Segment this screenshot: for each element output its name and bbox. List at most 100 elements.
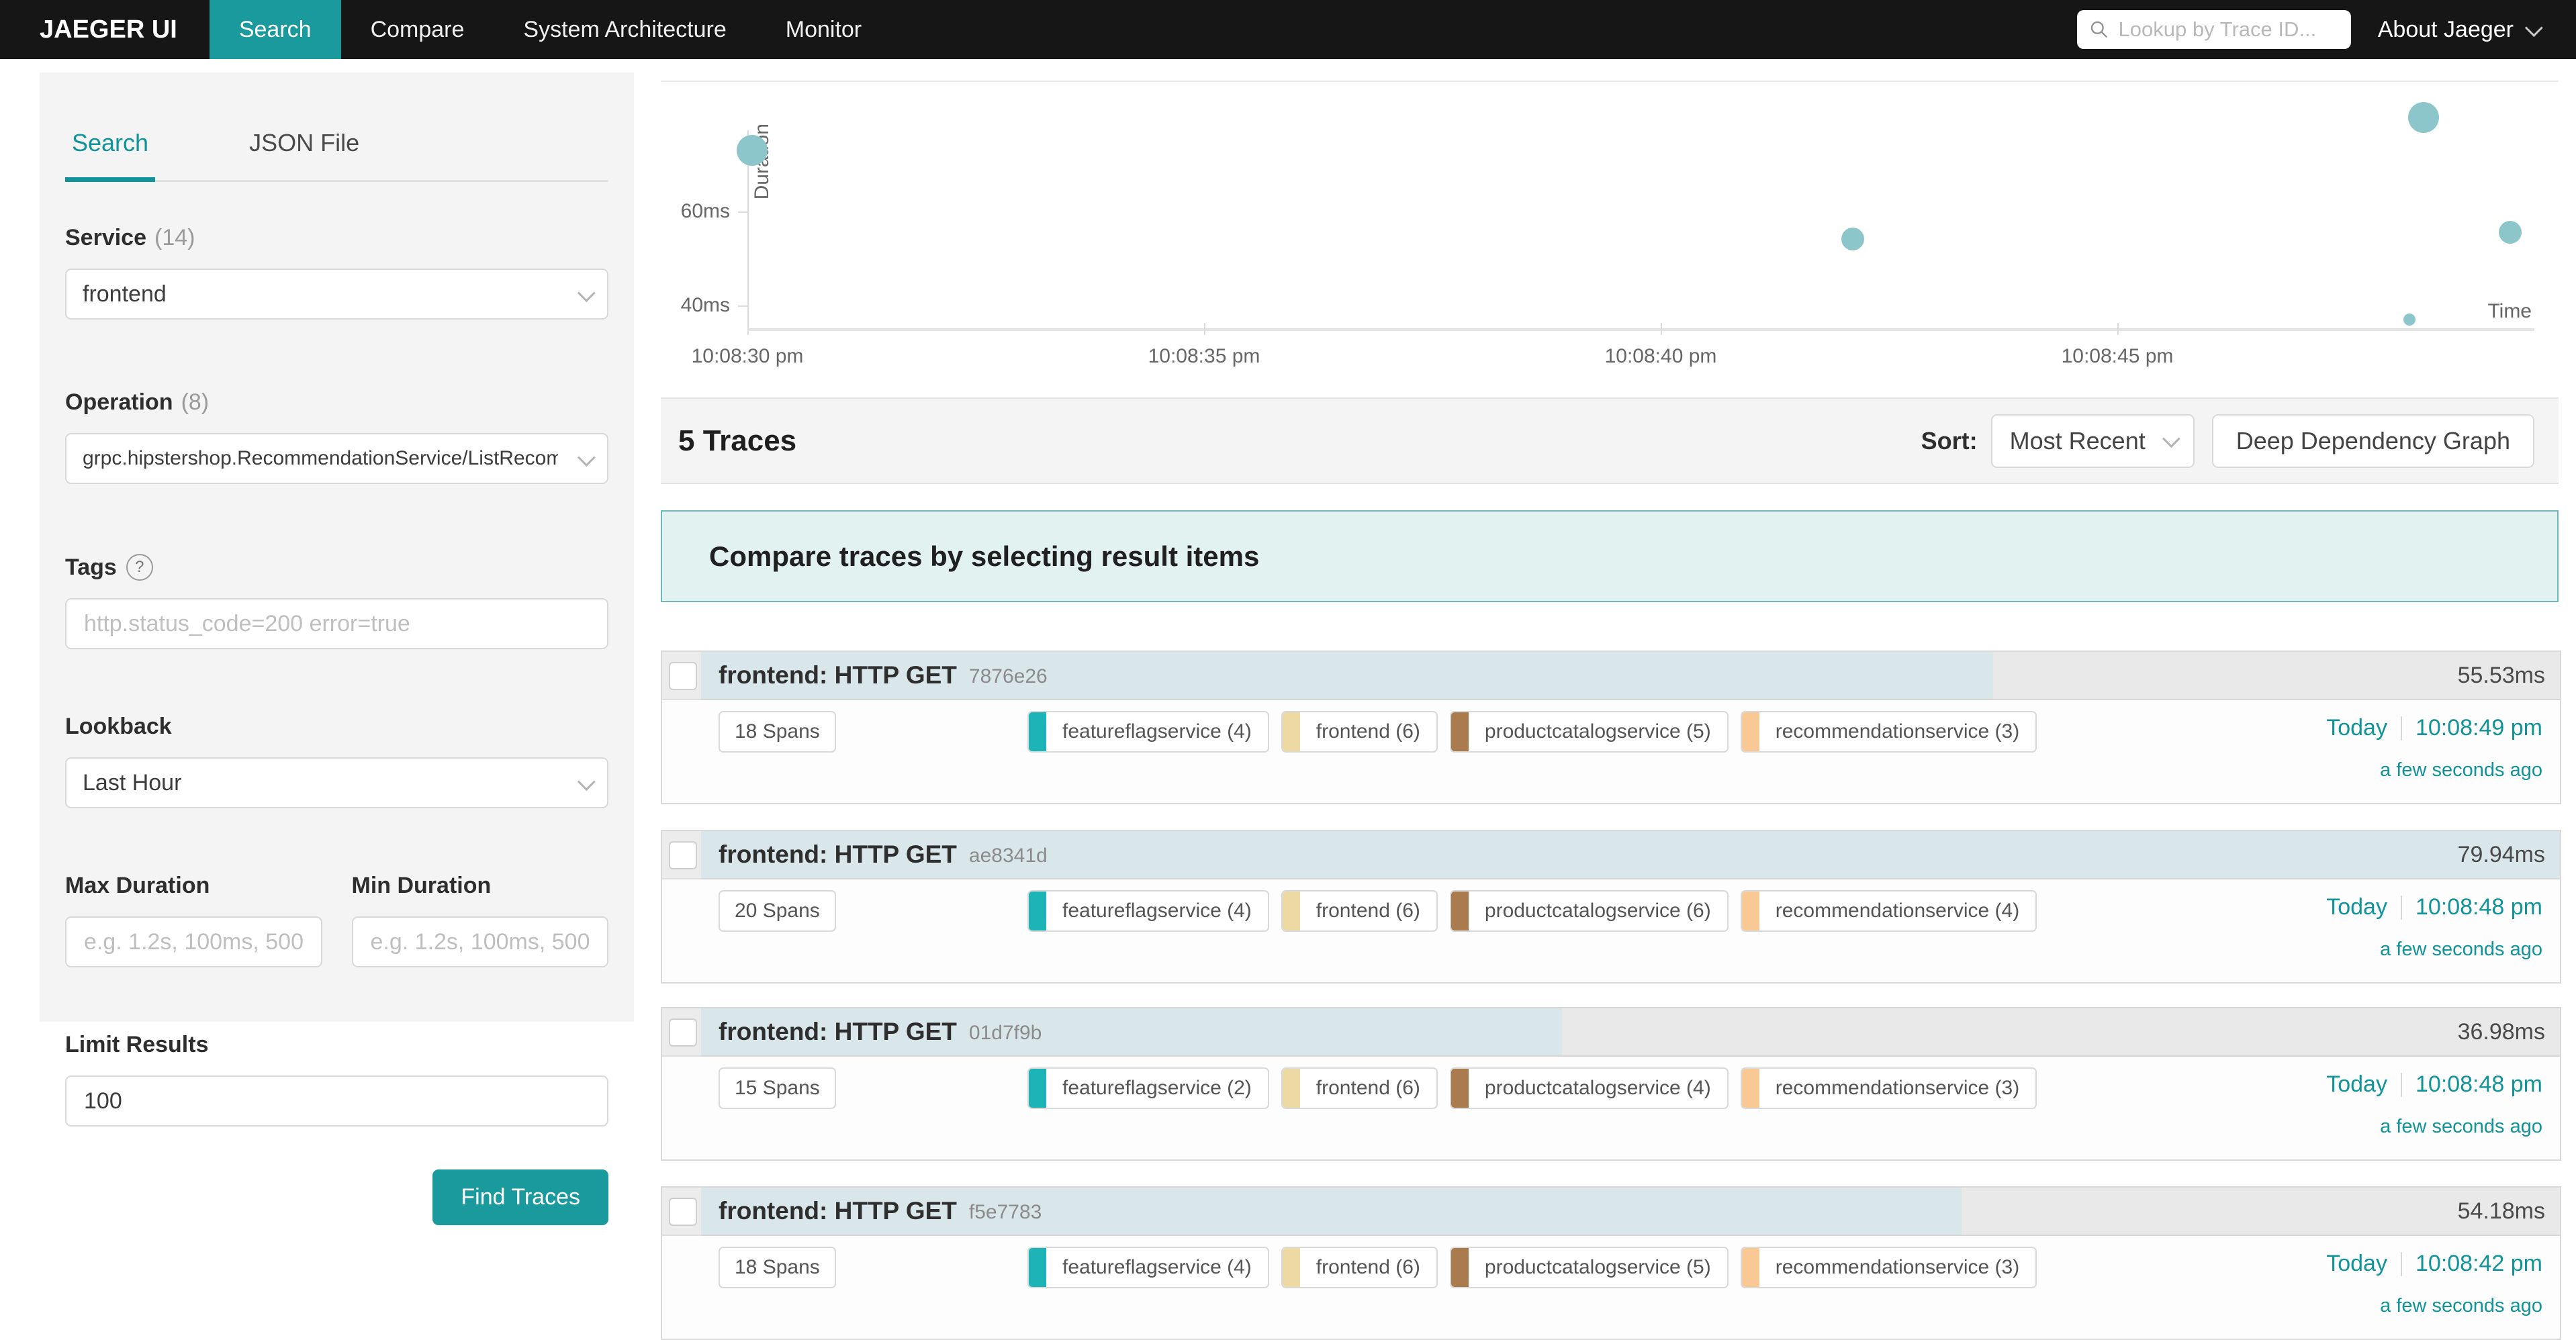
trace-duration: 36.98ms xyxy=(2458,1008,2545,1055)
service-tag[interactable]: recommendationservice (4) xyxy=(1741,890,2037,932)
trace-lookup-box[interactable] xyxy=(2077,10,2351,49)
results-header-band: 5 Traces Sort: Most Recent Deep Dependen… xyxy=(661,397,2559,484)
chevron-down-icon xyxy=(2162,430,2180,448)
service-color-swatch xyxy=(1451,1069,1469,1108)
service-color-swatch xyxy=(1742,1248,1759,1287)
service-color-swatch xyxy=(1742,712,1759,751)
compare-banner: Compare traces by selecting result items xyxy=(661,510,2559,602)
span-count-chip[interactable]: 15 Spans xyxy=(719,1067,836,1109)
span-count-chip[interactable]: 18 Spans xyxy=(719,1247,836,1288)
service-color-swatch xyxy=(1283,892,1300,930)
trace-header[interactable]: frontend: HTTP GET 7876e26 55.53ms xyxy=(701,652,2560,700)
duration-scatter-chart[interactable]: Duration Time 10:08:30 pm10:08:35 pm10:0… xyxy=(661,81,2559,399)
span-count-chip[interactable]: 20 Spans xyxy=(719,890,836,932)
checkbox-strip xyxy=(662,652,701,700)
x-axis-tick-label: 10:08:40 pm xyxy=(1605,345,1717,368)
sort-select[interactable]: Most Recent xyxy=(1991,414,2195,468)
span-count-chip[interactable]: 18 Spans xyxy=(719,711,836,753)
trace-id: 7876e26 xyxy=(969,663,1048,688)
service-tag[interactable]: frontend (6) xyxy=(1281,711,1438,753)
trace-select-checkbox[interactable] xyxy=(669,1198,697,1226)
y-axis-tick-label: 40ms xyxy=(636,294,730,317)
limit-results-input[interactable] xyxy=(83,1088,591,1115)
trace-body: 20 Spans featureflagservice (4) frontend… xyxy=(701,879,2560,982)
service-tag-row: featureflagservice (4) frontend (6) prod… xyxy=(1027,711,2037,753)
service-tag[interactable]: featureflagservice (2) xyxy=(1027,1067,1269,1109)
scatter-point[interactable] xyxy=(737,135,768,166)
service-tag[interactable]: featureflagservice (4) xyxy=(1027,711,1269,753)
tab-json-file[interactable]: JSON File xyxy=(242,129,366,182)
service-color-swatch xyxy=(1029,712,1046,751)
app-brand[interactable]: JAEGER UI xyxy=(0,0,210,59)
service-tag[interactable]: recommendationservice (3) xyxy=(1741,1247,2037,1288)
y-axis-tick xyxy=(738,305,747,307)
sort-label: Sort: xyxy=(1921,427,1978,455)
tab-search[interactable]: Search xyxy=(65,129,155,182)
trace-title: frontend: HTTP GET f5e7783 xyxy=(719,1188,1042,1235)
checkbox-strip xyxy=(662,1008,701,1057)
trace-body: 18 Spans featureflagservice (4) frontend… xyxy=(701,700,2560,803)
service-tag[interactable]: productcatalogservice (6) xyxy=(1450,890,1729,932)
trace-timestamp: Today10:08:48 pm xyxy=(2326,894,2542,920)
trace-header[interactable]: frontend: HTTP GET ae8341d 79.94ms xyxy=(701,831,2560,879)
trace-select-checkbox[interactable] xyxy=(669,662,697,690)
service-tag[interactable]: productcatalogservice (5) xyxy=(1450,1247,1729,1288)
trace-timestamp: Today10:08:49 pm xyxy=(2326,715,2542,741)
trace-timestamp: Today10:08:48 pm xyxy=(2326,1071,2542,1098)
nav-tab-monitor[interactable]: Monitor xyxy=(756,0,891,59)
service-tag[interactable]: productcatalogservice (5) xyxy=(1450,711,1729,753)
nav-tab-search[interactable]: Search xyxy=(210,0,341,59)
x-axis-tick xyxy=(2117,323,2119,335)
trace-card[interactable]: frontend: HTTP GET 01d7f9b 36.98ms 15 Sp… xyxy=(661,1007,2561,1161)
deep-dependency-graph-button[interactable]: Deep Dependency Graph xyxy=(2212,414,2534,468)
nav-tab-compare[interactable]: Compare xyxy=(341,0,494,59)
service-tag[interactable]: featureflagservice (4) xyxy=(1027,890,1269,932)
lookback-select[interactable]: Last Hour xyxy=(65,757,608,808)
service-color-swatch xyxy=(1029,892,1046,930)
tags-input[interactable] xyxy=(83,610,591,638)
scatter-point[interactable] xyxy=(1841,228,1864,250)
service-color-swatch xyxy=(1451,712,1469,751)
trace-select-checkbox[interactable] xyxy=(669,841,697,869)
x-axis-line xyxy=(747,328,2534,331)
x-axis-tick-label: 10:08:45 pm xyxy=(2062,345,2174,368)
service-color-swatch xyxy=(1283,712,1300,751)
trace-duration: 54.18ms xyxy=(2458,1188,2545,1235)
help-icon[interactable]: ? xyxy=(126,554,153,581)
x-axis-tick xyxy=(747,323,749,335)
top-nav: JAEGER UI Search Compare System Architec… xyxy=(0,0,2576,59)
chevron-down-icon xyxy=(578,284,596,302)
service-value: frontend xyxy=(83,281,558,307)
service-select[interactable]: frontend xyxy=(65,269,608,320)
service-tag[interactable]: frontend (6) xyxy=(1281,890,1438,932)
find-traces-button[interactable]: Find Traces xyxy=(432,1169,608,1225)
sort-value: Most Recent xyxy=(2010,427,2146,455)
service-tag[interactable]: recommendationservice (3) xyxy=(1741,711,2037,753)
trace-header[interactable]: frontend: HTTP GET 01d7f9b 36.98ms xyxy=(701,1008,2560,1057)
trace-card[interactable]: frontend: HTTP GET ae8341d 79.94ms 20 Sp… xyxy=(661,830,2561,984)
trace-relative-time: a few seconds ago xyxy=(2380,1116,2542,1138)
trace-id: ae8341d xyxy=(969,842,1048,867)
tags-label: Tags ? xyxy=(65,554,608,581)
operation-select[interactable]: grpc.hipstershop.RecommendationService/L… xyxy=(65,433,608,484)
service-tag[interactable]: productcatalogservice (4) xyxy=(1450,1067,1729,1109)
trace-title: frontend: HTTP GET 7876e26 xyxy=(719,652,1048,699)
service-tag[interactable]: frontend (6) xyxy=(1281,1247,1438,1288)
about-jaeger-menu[interactable]: About Jaeger xyxy=(2378,17,2538,43)
trace-select-checkbox[interactable] xyxy=(669,1018,697,1047)
service-tag[interactable]: frontend (6) xyxy=(1281,1067,1438,1109)
service-tag[interactable]: recommendationservice (3) xyxy=(1741,1067,2037,1109)
scatter-point[interactable] xyxy=(2499,221,2522,244)
min-duration-input[interactable] xyxy=(369,928,592,956)
scatter-point[interactable] xyxy=(2403,314,2416,326)
max-duration-input[interactable] xyxy=(83,928,305,956)
nav-tab-system-architecture[interactable]: System Architecture xyxy=(494,0,755,59)
service-color-swatch xyxy=(1029,1248,1046,1287)
trace-lookup-input[interactable] xyxy=(2117,17,2339,42)
trace-header[interactable]: frontend: HTTP GET f5e7783 54.18ms xyxy=(701,1188,2560,1236)
y-axis-tick xyxy=(738,211,747,213)
trace-card[interactable]: frontend: HTTP GET f5e7783 54.18ms 18 Sp… xyxy=(661,1186,2561,1340)
service-tag[interactable]: featureflagservice (4) xyxy=(1027,1247,1269,1288)
scatter-point[interactable] xyxy=(2408,102,2439,133)
trace-card[interactable]: frontend: HTTP GET 7876e26 55.53ms 18 Sp… xyxy=(661,651,2561,804)
